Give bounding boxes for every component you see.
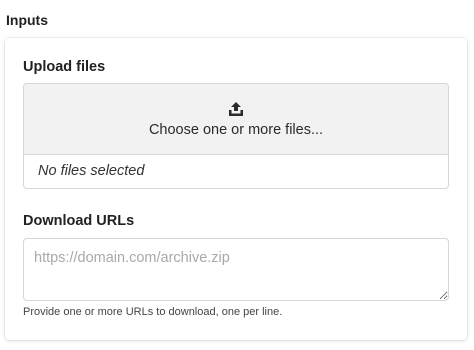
upload-files-label: Upload files <box>23 59 106 75</box>
upload-icon <box>229 102 243 116</box>
inputs-card: Upload files Choose one or more files...… <box>5 38 467 340</box>
choose-files-text: Choose one or more files... <box>148 122 324 138</box>
section-title: Inputs <box>6 12 48 28</box>
download-urls-input[interactable] <box>23 238 449 301</box>
download-urls-label: Download URLs <box>23 213 135 229</box>
choose-files-button[interactable]: Choose one or more files... <box>24 84 448 155</box>
file-dropzone: Choose one or more files... No files sel… <box>23 83 449 189</box>
file-status-text: No files selected <box>38 163 145 179</box>
download-urls-help: Provide one or more URLs to download, on… <box>23 306 283 318</box>
